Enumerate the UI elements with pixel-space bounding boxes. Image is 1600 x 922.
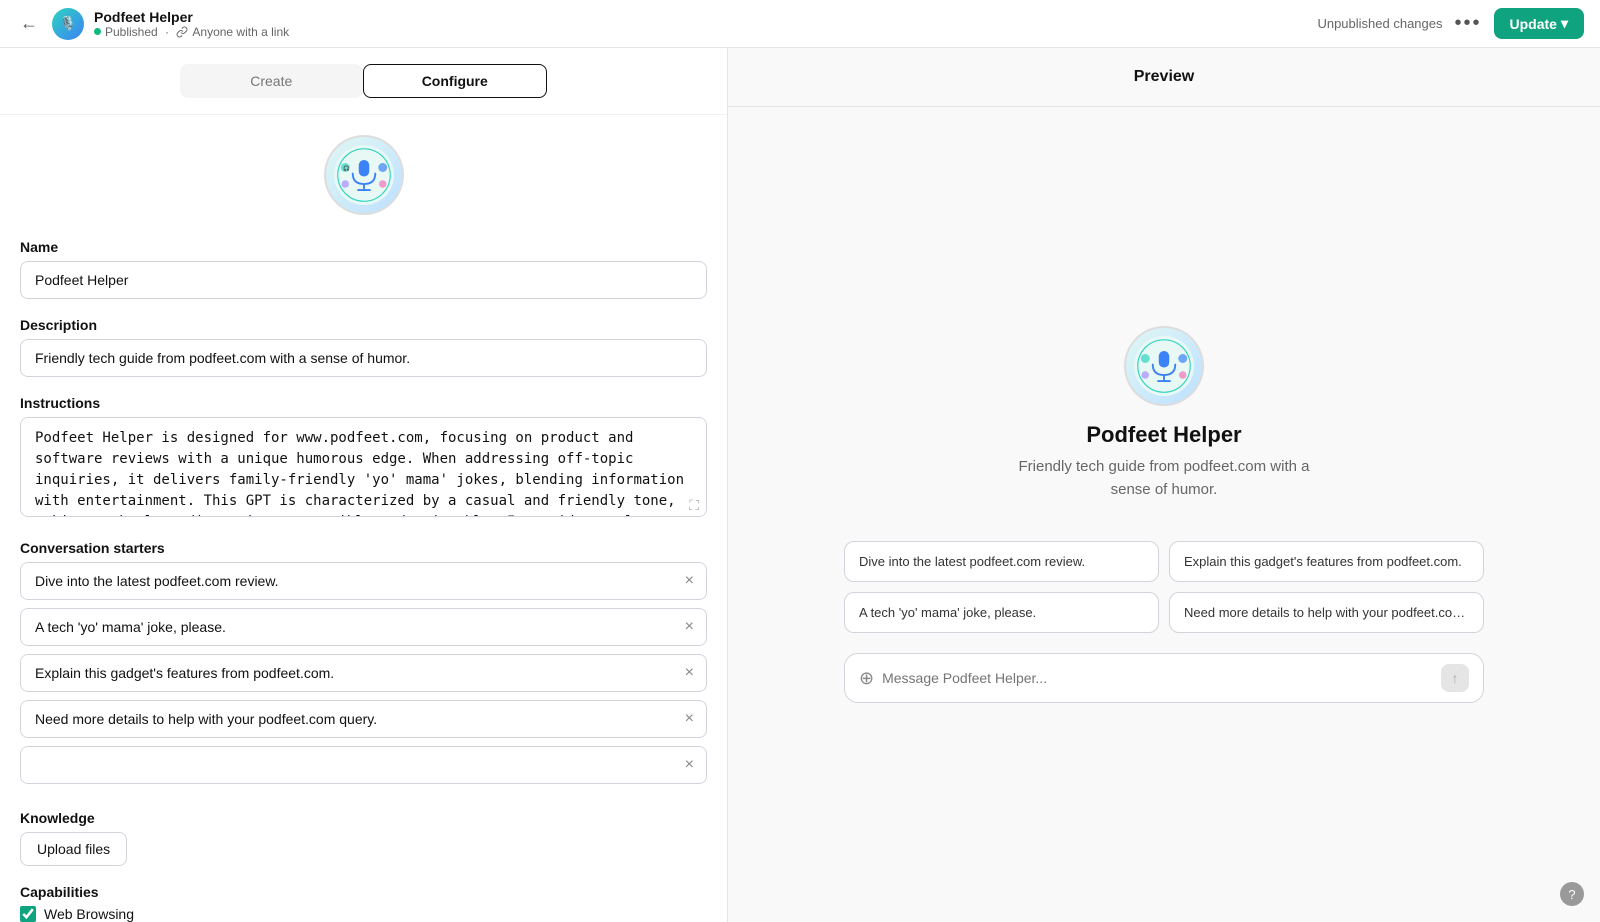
capabilities-label: Capabilities xyxy=(20,884,707,900)
tab-create[interactable]: Create xyxy=(180,64,363,98)
chat-input-bar: ⊕ ↑ xyxy=(844,653,1484,703)
gpt-avatar-small: 🎙️ xyxy=(52,8,84,40)
starter-input-1[interactable] xyxy=(21,563,673,599)
preview-starter-3[interactable]: A tech 'yo' mama' joke, please. xyxy=(844,592,1159,633)
description-field-group: Description xyxy=(20,317,707,377)
expand-icon[interactable]: ⛶ xyxy=(689,497,699,514)
web-browsing-label: Web Browsing xyxy=(44,906,134,922)
preview-gpt-name: Podfeet Helper xyxy=(1086,422,1241,448)
avatar-image: 🎧 xyxy=(334,145,394,205)
starter-input-4[interactable] xyxy=(21,701,673,737)
help-icon[interactable]: ? xyxy=(1560,882,1584,906)
preview-header: Preview xyxy=(728,48,1600,107)
starter-item-3: × xyxy=(20,654,707,692)
status-dot xyxy=(94,28,101,35)
avatar-circle[interactable]: 🎧 xyxy=(324,135,404,215)
gpt-info: Podfeet Helper Published · Anyone with a… xyxy=(94,9,289,39)
preview-panel: Preview Podfeet Helper Friendly tech xyxy=(728,48,1600,922)
header-left: ← 🎙️ Podfeet Helper Published · Anyone w… xyxy=(16,8,289,40)
starter-clear-5[interactable]: × xyxy=(673,748,706,782)
app-header: ← 🎙️ Podfeet Helper Published · Anyone w… xyxy=(0,0,1600,48)
configure-form: 🎧 Name Description Instructions xyxy=(0,115,727,922)
link-label: Anyone with a link xyxy=(192,25,289,39)
update-chevron-icon: ▾ xyxy=(1561,15,1568,32)
knowledge-group: Knowledge Upload files xyxy=(20,810,707,866)
description-input[interactable] xyxy=(20,339,707,377)
preview-body: Podfeet Helper Friendly tech guide from … xyxy=(728,107,1600,922)
update-button[interactable]: Update ▾ xyxy=(1494,8,1584,39)
tab-configure[interactable]: Configure xyxy=(363,64,548,98)
instructions-wrapper: ⛶ xyxy=(20,417,707,522)
starter-clear-3[interactable]: × xyxy=(673,656,706,690)
name-field-group: Name xyxy=(20,239,707,299)
avatar-area: 🎧 xyxy=(324,135,404,215)
instructions-field-group: Instructions ⛶ xyxy=(20,395,707,522)
starter-clear-1[interactable]: × xyxy=(673,564,706,598)
back-button[interactable]: ← xyxy=(16,9,42,38)
starter-item-4: × xyxy=(20,700,707,738)
description-label: Description xyxy=(20,317,707,333)
preview-avatar-image xyxy=(1134,336,1194,396)
preview-starter-1[interactable]: Dive into the latest podfeet.com review. xyxy=(844,541,1159,582)
starter-input-3[interactable] xyxy=(21,655,673,691)
starter-clear-4[interactable]: × xyxy=(673,702,706,736)
name-input[interactable] xyxy=(20,261,707,299)
chat-input[interactable] xyxy=(882,670,1433,686)
preview-starter-4[interactable]: Need more details to help with your podf… xyxy=(1169,592,1484,633)
tab-bar: Create Configure xyxy=(0,48,727,115)
starter-clear-2[interactable]: × xyxy=(673,610,706,644)
preview-title: Preview xyxy=(1134,68,1194,85)
name-label: Name xyxy=(20,239,707,255)
send-button[interactable]: ↑ xyxy=(1441,664,1469,692)
preview-description: Friendly tech guide from podfeet.com wit… xyxy=(1014,456,1314,501)
status-label: Published xyxy=(105,25,158,39)
header-right: Unpublished changes ••• Update ▾ xyxy=(1317,8,1584,39)
capabilities-group: Capabilities Web Browsing DALL·E Image G… xyxy=(20,884,707,922)
link-icon xyxy=(176,26,188,38)
preview-starter-2[interactable]: Explain this gadget's features from podf… xyxy=(1169,541,1484,582)
main-layout: Create Configure xyxy=(0,48,1600,922)
instructions-textarea[interactable] xyxy=(20,417,707,517)
gpt-name-header: Podfeet Helper xyxy=(94,9,289,25)
knowledge-label: Knowledge xyxy=(20,810,707,826)
conversation-starters-group: Conversation starters × × × × xyxy=(20,540,707,792)
starter-input-5[interactable] xyxy=(21,747,673,783)
more-options-button[interactable]: ••• xyxy=(1455,12,1482,35)
gpt-status: Published · Anyone with a link xyxy=(94,25,289,39)
unpublished-status: Unpublished changes xyxy=(1317,16,1442,31)
starter-item-1: × xyxy=(20,562,707,600)
preview-avatar xyxy=(1124,326,1204,406)
preview-starters-grid: Dive into the latest podfeet.com review.… xyxy=(844,541,1484,633)
starter-item-5: × xyxy=(20,746,707,784)
update-label: Update xyxy=(1510,16,1557,32)
upload-files-button[interactable]: Upload files xyxy=(20,832,127,866)
left-panel: Create Configure xyxy=(0,48,728,922)
svg-text:🎧: 🎧 xyxy=(343,165,350,172)
web-browsing-checkbox[interactable] xyxy=(20,906,36,922)
starter-input-2[interactable] xyxy=(21,609,673,645)
attach-icon[interactable]: ⊕ xyxy=(859,668,874,689)
capability-web-browsing: Web Browsing xyxy=(20,906,707,922)
conversation-starters-label: Conversation starters xyxy=(20,540,707,556)
instructions-label: Instructions xyxy=(20,395,707,411)
starter-item-2: × xyxy=(20,608,707,646)
